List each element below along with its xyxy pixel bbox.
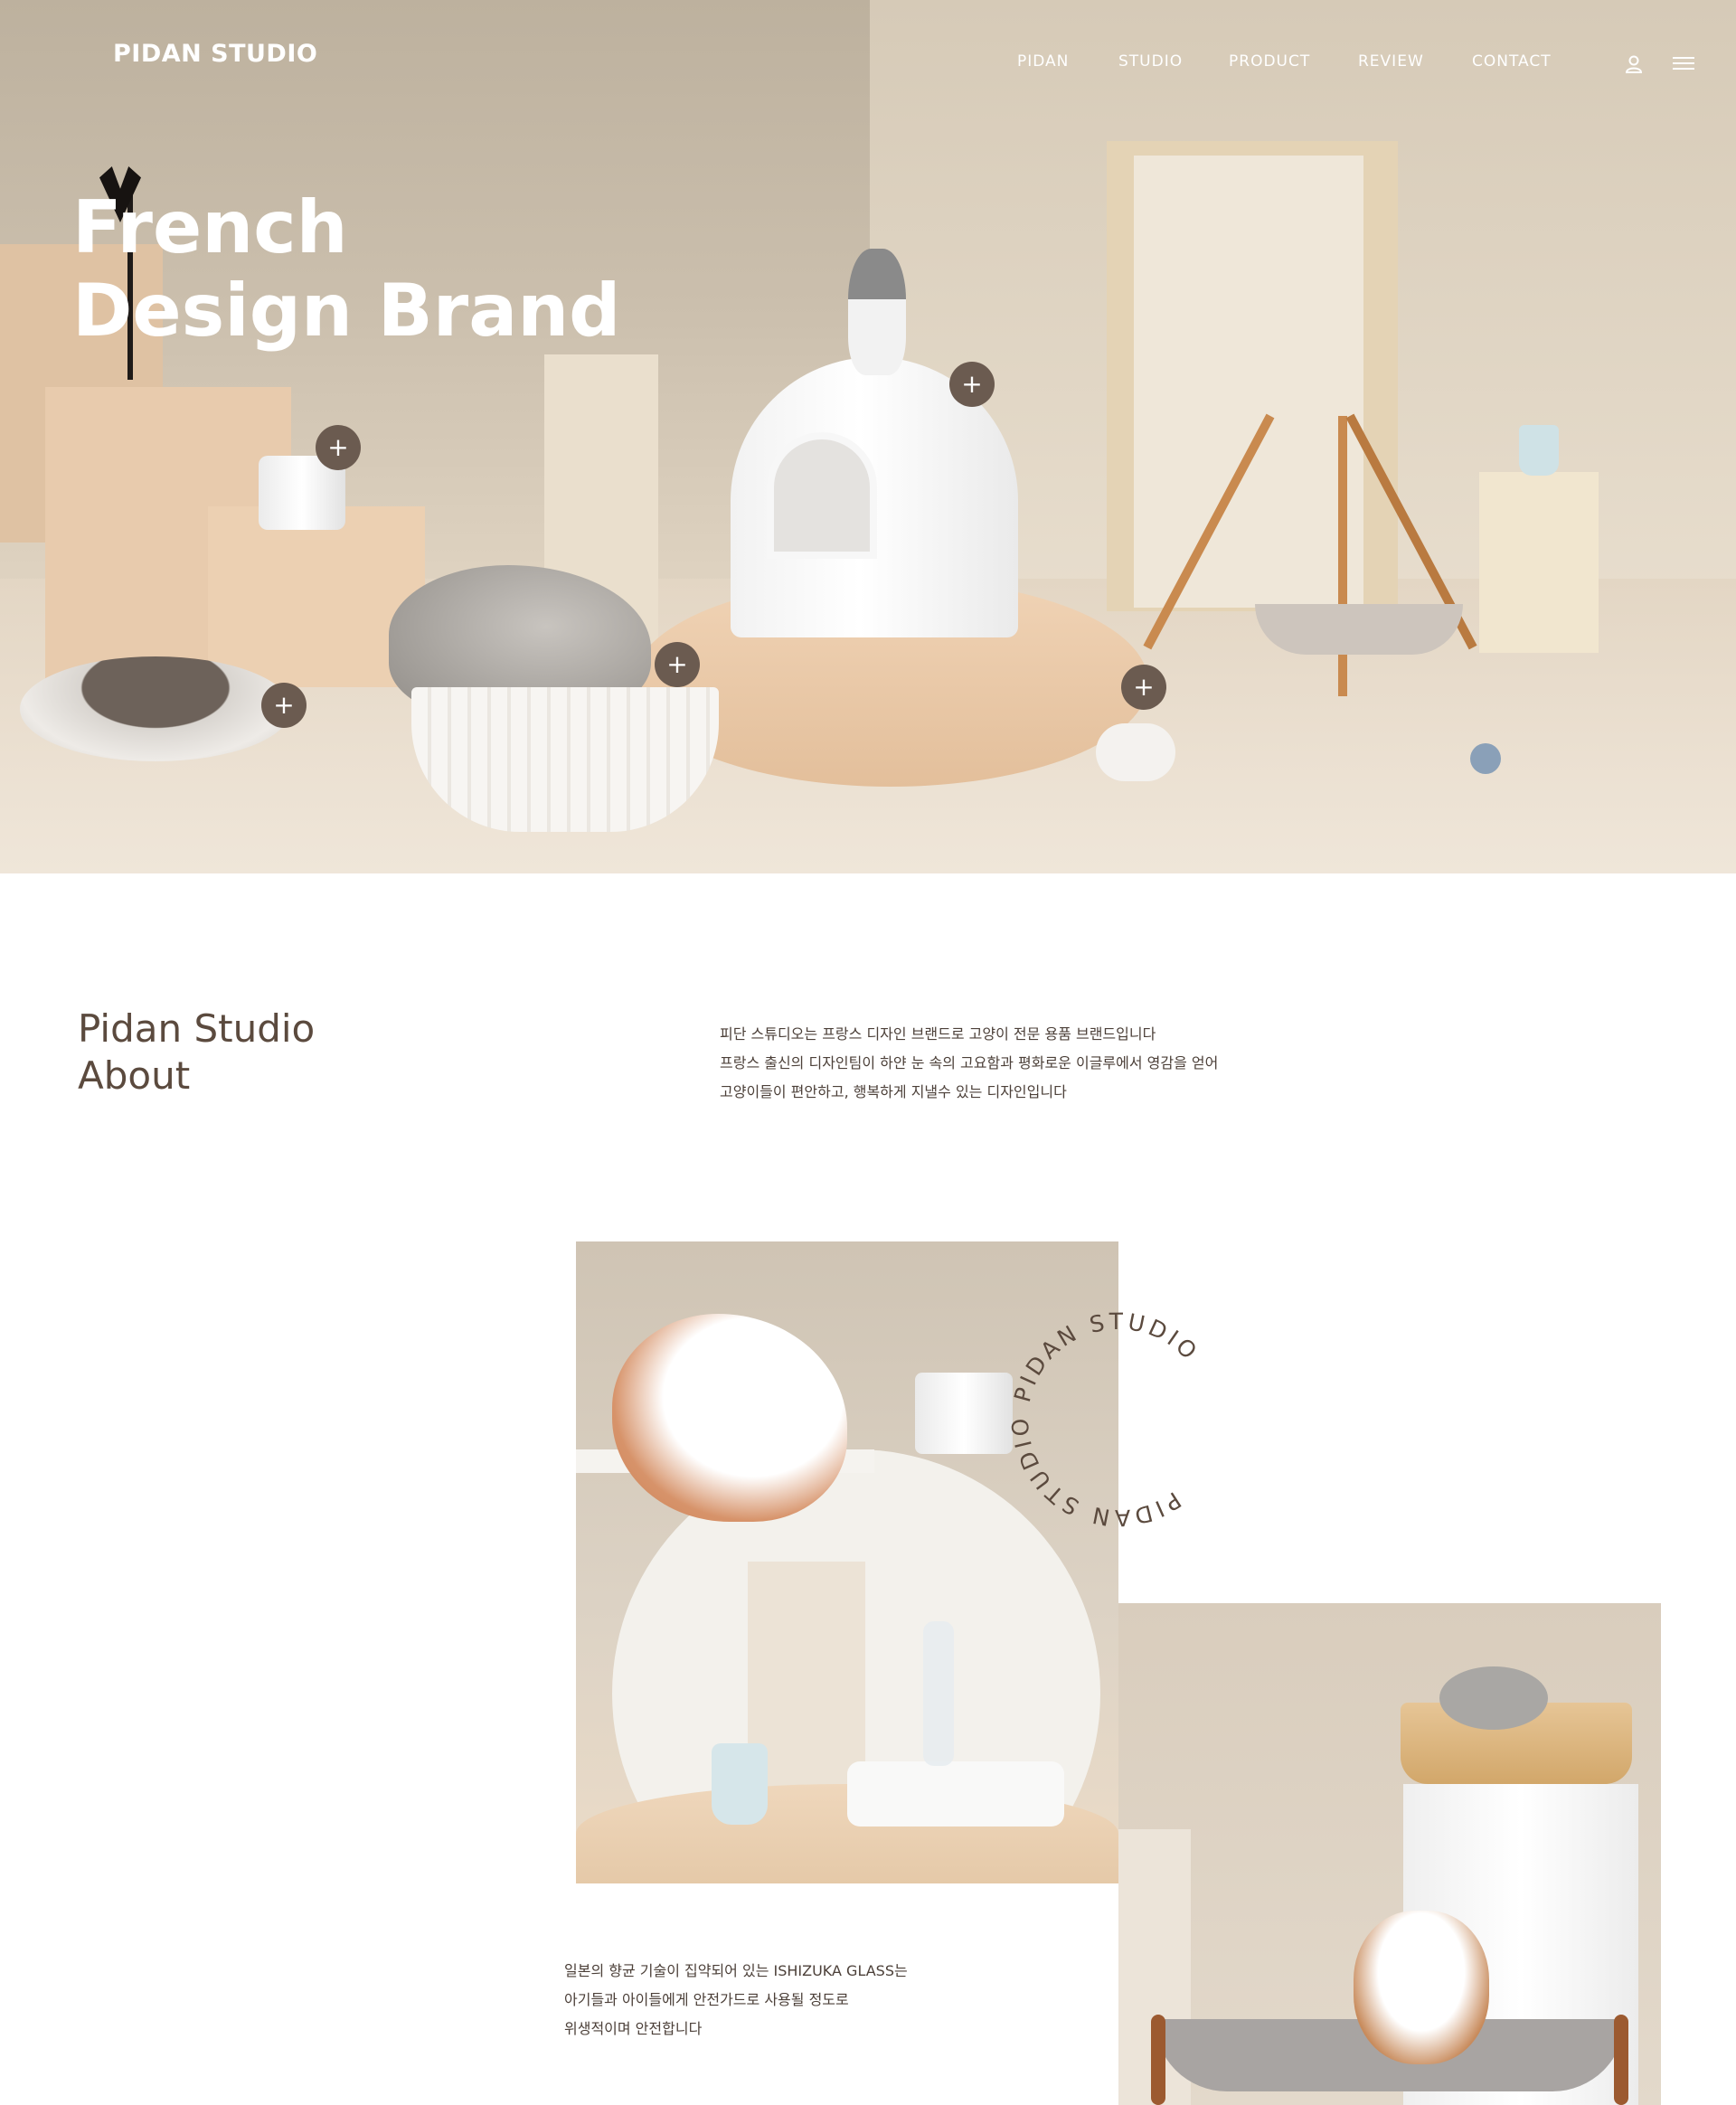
- hero-cat-bed-bowl: [411, 687, 719, 832]
- photo-food-cup: [712, 1743, 768, 1825]
- about-heading: Pidan Studio About: [78, 1005, 315, 1100]
- user-icon[interactable]: [1624, 54, 1644, 74]
- photo-calico-cat: [1354, 1911, 1489, 2064]
- hero-pedestal: [1479, 472, 1599, 653]
- hero-banner: + + + + + French Design Brand: [0, 0, 1736, 873]
- hero-title-line: French: [72, 185, 348, 269]
- caption-line: 위생적이며 안전합니다: [564, 2020, 703, 2037]
- about-text-line: 프랑스 출신의 디자인팀이 하얀 눈 속의 고요함과 평화로운 이글루에서 영감…: [720, 1054, 1219, 1071]
- photo-hammock-frame: [1614, 2015, 1628, 2105]
- svg-text:PIDAN STUDIO PIDAN STUDIO: PIDAN STUDIO PIDAN STUDIO: [1001, 1302, 1236, 1537]
- photo-water-fountain: [915, 1373, 1013, 1454]
- about-text-line: 고양이들이 편안하고, 행복하게 지낼수 있는 디자인입니다: [720, 1083, 1067, 1100]
- site-logo[interactable]: PIDAN STUDIO: [113, 40, 317, 68]
- product-hotspot-button[interactable]: +: [316, 425, 361, 470]
- photo-calico-cat: [612, 1314, 847, 1522]
- hero-igloo-entrance: [767, 432, 877, 559]
- nav-item-contact[interactable]: CONTACT: [1472, 52, 1552, 71]
- hero-title: French Design Brand: [72, 186, 620, 353]
- caption-line: 일본의 향균 기술이 집약되어 있는 ISHIZUKA GLASS는: [564, 1962, 908, 1979]
- hero-food-bowl: [1096, 723, 1175, 781]
- nav-item-studio[interactable]: STUDIO: [1118, 52, 1183, 71]
- about-heading-line: Pidan Studio: [78, 1006, 316, 1051]
- product-hotspot-button[interactable]: +: [261, 683, 307, 728]
- nav-item-product[interactable]: PRODUCT: [1229, 52, 1310, 71]
- badge-text: PIDAN STUDIO PIDAN STUDIO: [1001, 1302, 1236, 1537]
- product-hotspot-button[interactable]: +: [949, 362, 995, 407]
- hero-doorway: [1134, 156, 1363, 608]
- nav-item-review[interactable]: REVIEW: [1358, 52, 1424, 71]
- menu-icon[interactable]: [1673, 54, 1694, 72]
- photo-hammock-frame: [1151, 2015, 1165, 2105]
- product-photo-hammock: [1118, 1603, 1661, 2105]
- gallery-caption: 일본의 향균 기술이 집약되어 있는 ISHIZUKA GLASS는 아기들과 …: [564, 1957, 1071, 2044]
- photo-grey-cat: [1439, 1666, 1548, 1730]
- about-description: 피단 스튜디오는 프랑스 디자인 브랜드로 고양이 전문 용품 브랜드입니다 프…: [720, 1020, 1353, 1107]
- hero-kitten: [848, 249, 906, 375]
- about-heading-line: About: [78, 1053, 191, 1098]
- hero-toy-ball: [1470, 743, 1501, 774]
- photo-feeding-tray: [847, 1761, 1064, 1827]
- hero-food-cup: [1519, 425, 1559, 476]
- caption-line: 아기들과 아이들에게 안전가드로 사용될 정도로: [564, 1991, 849, 2008]
- hero-hammock: [1255, 604, 1463, 655]
- nav-item-pidan[interactable]: PIDAN: [1017, 52, 1069, 71]
- product-hotspot-button[interactable]: +: [1121, 665, 1166, 710]
- photo-water-bottle: [923, 1621, 954, 1766]
- about-text-line: 피단 스튜디오는 프랑스 디자인 브랜드로 고양이 전문 용품 브랜드입니다: [720, 1025, 1156, 1043]
- hero-round-scratcher: [20, 656, 291, 761]
- product-hotspot-button[interactable]: +: [655, 642, 700, 687]
- hero-title-line: Design Brand: [72, 269, 621, 353]
- rotating-brand-badge: PIDAN STUDIO PIDAN STUDIO: [1001, 1302, 1236, 1537]
